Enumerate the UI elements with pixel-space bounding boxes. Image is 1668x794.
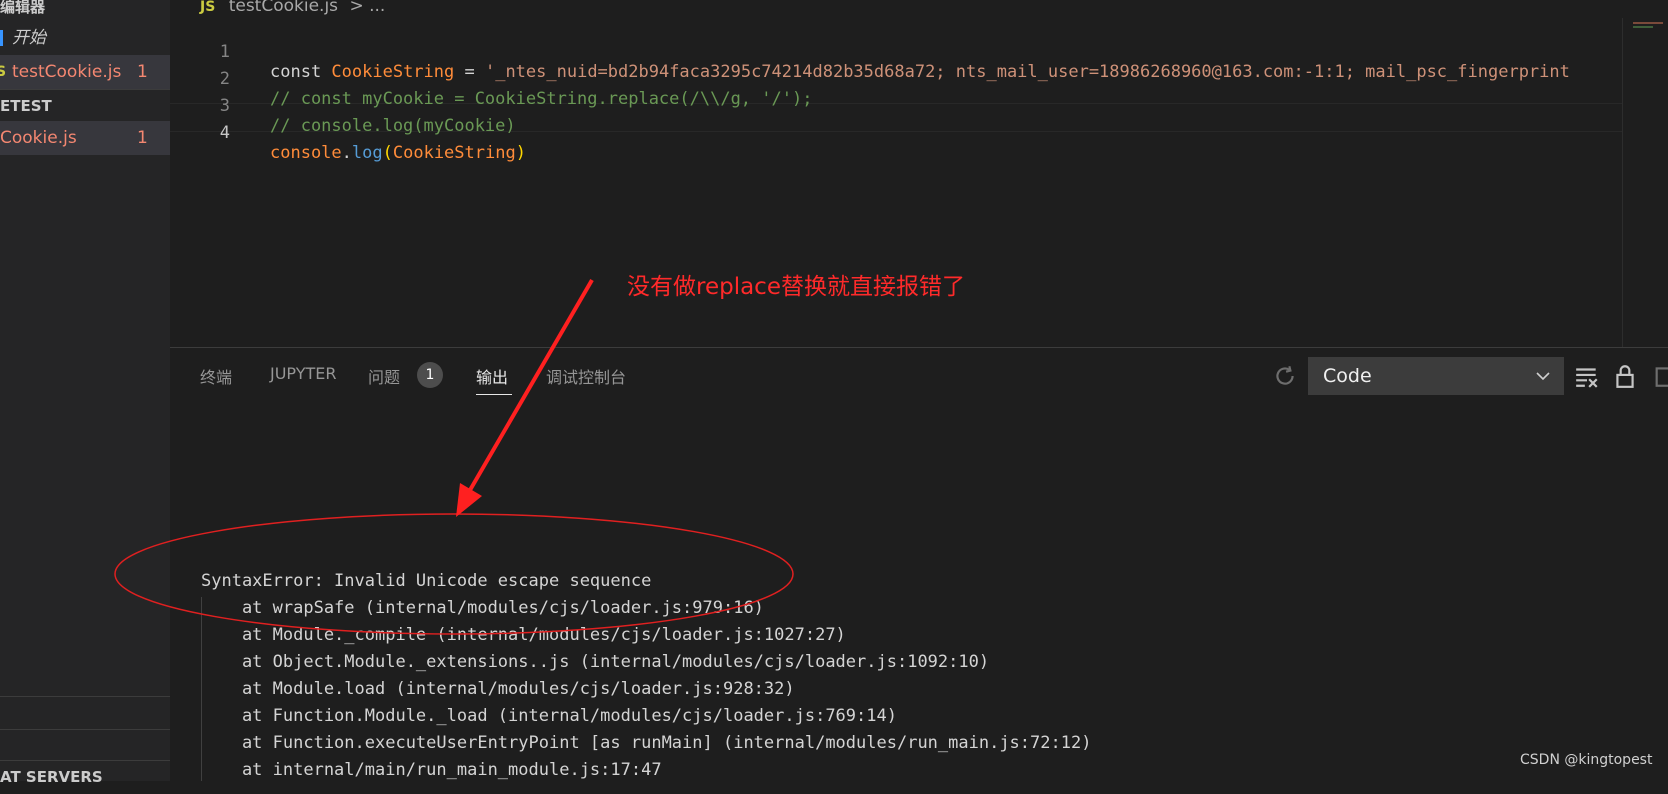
welcome-icon [0,30,3,46]
servers-header[interactable]: AT SERVERS [0,760,170,794]
clear-output-icon[interactable] [1574,363,1600,389]
code-line[interactable]: 3 // console.log(myCookie) [170,76,1620,136]
chevron-down-icon [1536,372,1550,381]
problem-count: 1 [137,62,148,82]
sidebar-divider [0,729,170,730]
output-line: at Function.executeUserEntryPoint [as ru… [201,733,1092,753]
refresh-icon[interactable] [1272,363,1298,389]
output-line: SyntaxError: Invalid Unicode escape sequ… [201,571,652,591]
line-number: 4 [219,123,230,143]
watermark: CSDN @kingtopest [1520,752,1653,768]
output-line: at wrapSafe (internal/modules/cjs/loader… [201,598,764,618]
code-text: console.log(CookieString) [270,143,526,163]
code-line[interactable]: 1 const CookieString = '_ntes_nuid=bd2b9… [170,22,1620,82]
tab-problems[interactable]: 问题 [368,364,400,388]
tab-output[interactable]: 输出 [476,364,508,388]
problems-badge: 1 [417,362,443,388]
open-editor-testcookie[interactable]: S testCookie.js 1 [0,55,170,89]
output-channel-select[interactable]: Code [1308,357,1564,395]
welcome-label: 开始 [12,28,46,48]
js-file-icon: S [0,64,7,80]
lock-icon[interactable] [1612,363,1638,389]
js-file-icon: JS [200,0,216,15]
folder-file-cookie[interactable]: Cookie.js 1 [0,121,170,155]
explorer-sidebar: 编辑器 开始 S testCookie.js 1 ETEST Cookie.js… [0,0,170,786]
breadcrumb: JS testCookie.js > ... [200,0,385,16]
open-editor-label: testCookie.js [12,62,122,82]
copy-icon[interactable] [1648,363,1668,389]
output-line: at Module.load (internal/modules/cjs/loa… [201,679,795,699]
output-line: at Object.Module._extensions..js (intern… [201,652,990,672]
code-line[interactable]: 2 // const myCookie = CookieString.repla… [170,49,1620,109]
output-line: at Function.Module._load (internal/modul… [201,706,897,726]
tab-jupyter[interactable]: JUPYTER [270,364,337,383]
minimap[interactable] [1622,18,1668,347]
tab-terminal[interactable]: 终端 [200,364,232,388]
error-annotation: 没有做replace替换就直接报错了 [627,274,965,300]
breadcrumb-file[interactable]: testCookie.js [229,0,338,16]
welcome-item[interactable]: 开始 [0,21,170,55]
breadcrumb-rest[interactable]: > ... [349,0,385,16]
output-channel-value: Code [1323,365,1372,387]
sidebar-divider [0,696,170,697]
output-line: at Module._compile (internal/modules/cjs… [201,625,846,645]
problem-count: 1 [137,128,148,148]
minimap-line [1633,22,1663,24]
tab-debug-console[interactable]: 调试控制台 [546,364,626,388]
minimap-line [1633,26,1653,28]
active-tab-indicator [476,394,512,395]
folder-file-label: Cookie.js [0,128,77,148]
output-line: at internal/main/run_main_module.js:17:4… [201,760,662,780]
folder-header[interactable]: ETEST [0,89,170,123]
code-line[interactable]: 4 console.log(CookieString) [170,103,1620,163]
